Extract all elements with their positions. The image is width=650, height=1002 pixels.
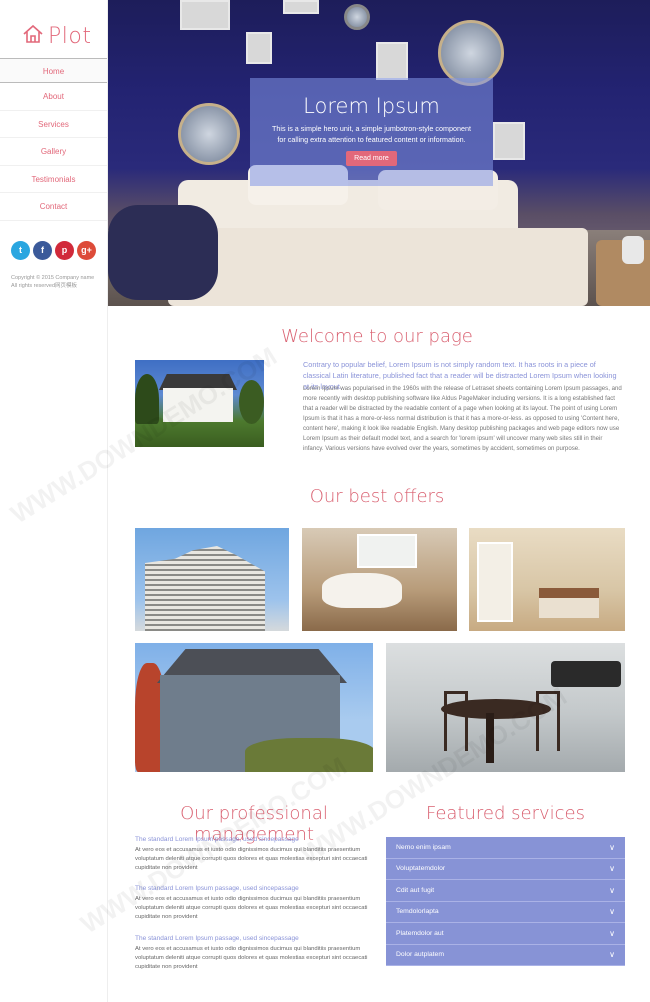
management-item-heading[interactable]: The standard Lorem Ipsum passage, used s… xyxy=(135,885,373,892)
welcome-body: Lorem Ipsum was popularised in the 1960s… xyxy=(303,385,622,452)
offer-image-bathroom[interactable] xyxy=(302,528,457,631)
chevron-down-icon: ∨ xyxy=(609,907,615,917)
wall-clock xyxy=(344,4,370,30)
nav-item-testimonials[interactable]: Testimonials xyxy=(0,166,107,193)
pinterest-icon[interactable]: p xyxy=(55,240,74,260)
offer-image-bedroom[interactable] xyxy=(469,528,625,631)
nav-item-services[interactable]: Services xyxy=(0,111,107,138)
tree xyxy=(239,380,264,424)
bed xyxy=(539,588,599,618)
nav-item-gallery[interactable]: Gallery xyxy=(0,138,107,166)
chevron-down-icon: ∨ xyxy=(609,950,615,960)
house xyxy=(163,388,233,422)
accordion-item[interactable]: Cdit aut fugit ∨ xyxy=(386,880,625,902)
management-item-text: At vero eos et accusamus et iusto odio d… xyxy=(135,946,368,971)
accordion-item[interactable]: Nemo enim ipsam ∨ xyxy=(386,837,625,859)
chevron-down-icon: ∨ xyxy=(609,842,615,852)
chevron-down-icon: ∨ xyxy=(609,885,615,895)
accordion-item[interactable]: Temdolorlapta ∨ xyxy=(386,901,625,923)
house-outline-icon xyxy=(22,24,44,49)
accordion-item[interactable]: Platemdolor aut ∨ xyxy=(386,923,625,945)
wall-frame xyxy=(283,0,319,14)
accordion-item-label: Cdit aut fugit xyxy=(396,886,435,894)
wall-mirror xyxy=(178,103,240,165)
welcome-title: Welcome to our page xyxy=(281,326,473,347)
social-links: t f p g+ xyxy=(0,221,107,260)
twitter-icon[interactable]: t xyxy=(11,240,30,260)
accordion-item[interactable]: Voluptatemdolor ∨ xyxy=(386,858,625,880)
chevron-down-icon: ∨ xyxy=(609,928,615,938)
accordion-item-label: Dolor autplatem xyxy=(396,951,444,959)
nav-item-home[interactable]: Home xyxy=(0,58,107,83)
wall-mirror xyxy=(438,20,504,86)
logo-text: Plot xyxy=(48,23,92,49)
management-item-text: At vero eos et accusamus et iusto odio d… xyxy=(135,847,368,872)
door xyxy=(477,542,513,622)
accordion-item[interactable]: Dolor autplatem ∨ xyxy=(386,944,625,966)
logo[interactable]: Plot xyxy=(0,0,107,58)
featured-title: Featured services xyxy=(425,803,586,824)
sidebar: Plot Home About Services Gallery Testimo… xyxy=(0,0,108,1002)
management-item: The standard Lorem Ipsum passage, used s… xyxy=(135,885,373,922)
main-nav: Home About Services Gallery Testimonials… xyxy=(0,58,107,221)
accordion-item-label: Temdolorlapta xyxy=(396,908,439,916)
offer-image-house[interactable] xyxy=(135,643,373,772)
wall-frame xyxy=(376,42,408,80)
wall-frame xyxy=(246,32,272,64)
accordion-item-label: Platemdolor aut xyxy=(396,929,444,937)
management-item-heading[interactable]: The standard Lorem Ipsum passage, used s… xyxy=(135,935,373,942)
google-plus-icon[interactable]: g+ xyxy=(77,240,96,260)
dining-table xyxy=(441,699,551,719)
vase xyxy=(622,236,644,264)
sofa-seat xyxy=(168,228,588,306)
management-item-text: At vero eos et accusamus et iusto odio d… xyxy=(135,896,368,921)
facebook-icon[interactable]: f xyxy=(33,240,52,260)
hero-title: Lorem Ipsum xyxy=(303,94,440,118)
featured-accordion: Nemo enim ipsam ∨ Voluptatemdolor ∨ Cdit a… xyxy=(386,837,625,966)
copyright: Copyright © 2015 Company name All rights… xyxy=(11,274,95,289)
management-item: The standard Lorem Ipsum passage, used s… xyxy=(135,935,373,972)
hero-banner: Lorem Ipsum This is a simple hero unit, … xyxy=(108,0,650,306)
offers-title: Our best offers xyxy=(309,486,445,507)
read-more-button[interactable]: Read more xyxy=(346,151,397,167)
welcome-house-image xyxy=(135,360,264,447)
tree xyxy=(135,374,159,424)
building xyxy=(145,546,265,631)
chair xyxy=(536,691,560,751)
sofa xyxy=(551,661,621,687)
hero-jumbotron: Lorem Ipsum This is a simple hero unit, … xyxy=(250,78,493,186)
accordion-item-label: Voluptatemdolor xyxy=(396,865,446,873)
pillow xyxy=(108,205,218,300)
bushes xyxy=(245,738,373,772)
offer-image-dining-room[interactable] xyxy=(386,643,625,772)
table-leg xyxy=(486,713,494,763)
window xyxy=(357,534,417,568)
wall-frame xyxy=(493,122,525,160)
hero-text: This is a simple hero unit, a simple jum… xyxy=(272,124,471,145)
management-item: The standard Lorem Ipsum passage, used s… xyxy=(135,836,373,873)
nav-item-contact[interactable]: Contact xyxy=(0,193,107,221)
bathtub xyxy=(322,573,402,608)
nav-item-about[interactable]: About xyxy=(0,83,107,111)
offer-image-apartment-building[interactable] xyxy=(135,528,289,631)
wall-frame xyxy=(180,0,230,30)
management-item-heading[interactable]: The standard Lorem Ipsum passage, used s… xyxy=(135,836,373,843)
accordion-item-label: Nemo enim ipsam xyxy=(396,843,451,851)
chevron-down-icon: ∨ xyxy=(609,864,615,874)
